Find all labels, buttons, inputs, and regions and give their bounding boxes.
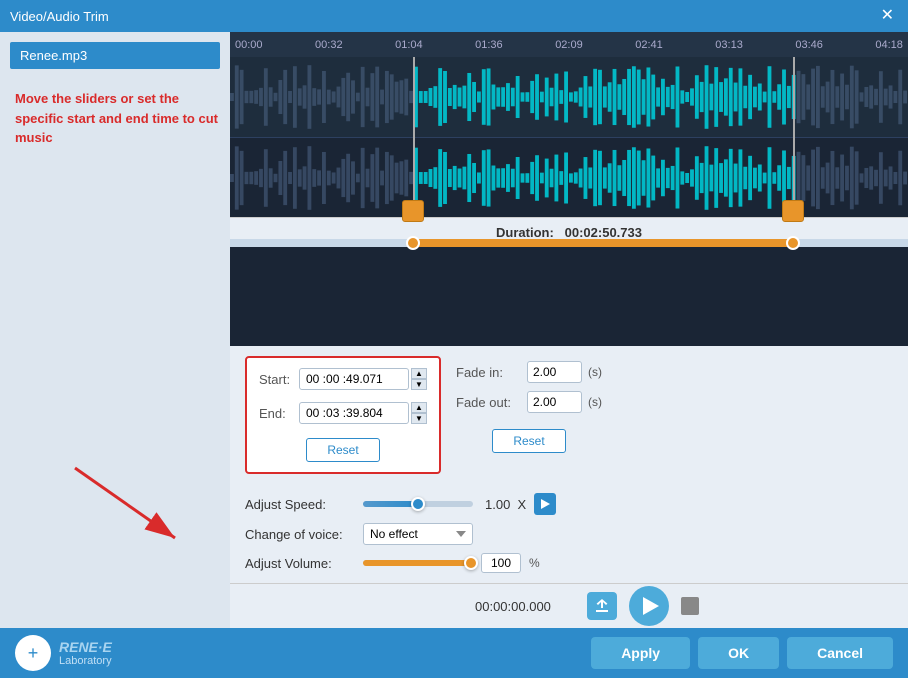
marker-5: 02:41: [635, 39, 663, 51]
speed-label: Adjust Speed:: [245, 497, 355, 512]
start-input[interactable]: [299, 368, 409, 390]
bottom-buttons: Apply OK Cancel: [591, 637, 893, 669]
stop-button[interactable]: [681, 597, 699, 615]
trim-handle-left-line: [413, 57, 415, 217]
fade-reset-button[interactable]: Reset: [492, 429, 565, 453]
ok-button[interactable]: OK: [698, 637, 779, 669]
bottom-bar: + RENE·E Laboratory Apply OK Cancel: [0, 628, 908, 678]
right-panel: 00:00 00:32 01:04 01:36 02:09 02:41 03:1…: [230, 32, 908, 628]
trim-handle-right-line: [793, 57, 795, 217]
voice-row: Change of voice: No effect Male Female C…: [245, 523, 556, 545]
logo-icon: +: [15, 635, 51, 671]
marker-7: 03:46: [795, 39, 823, 51]
export-icon: [594, 598, 610, 614]
time-reset-button[interactable]: Reset: [306, 438, 379, 462]
filename-label: Renee.mp3: [10, 42, 220, 69]
fade-out-input[interactable]: [527, 391, 582, 413]
main-layout: Renee.mp3 Move the sliders or set the sp…: [0, 32, 908, 628]
start-row: Start: ▲ ▼: [259, 368, 427, 390]
cancel-button[interactable]: Cancel: [787, 637, 893, 669]
timeline: 00:00 00:32 01:04 01:36 02:09 02:41 03:1…: [230, 32, 908, 57]
fade-out-unit: (s): [588, 395, 602, 409]
fade-controls: Fade in: (s) Fade out: (s) Reset: [456, 356, 602, 474]
waveform-canvas: /* generated via JS below */: [230, 57, 908, 217]
timeline-markers: 00:00 00:32 01:04 01:36 02:09 02:41 03:1…: [235, 39, 903, 51]
progress-track[interactable]: [230, 239, 908, 247]
marker-4: 02:09: [555, 39, 583, 51]
start-down[interactable]: ▼: [411, 379, 427, 390]
volume-thumb[interactable]: [464, 556, 478, 570]
end-spinners: ▲ ▼: [411, 402, 427, 424]
progress-thumb-left[interactable]: [406, 236, 420, 250]
progress-thumb-right[interactable]: [786, 236, 800, 250]
progress-fill: [413, 239, 793, 247]
fade-in-unit: (s): [588, 365, 602, 379]
volume-input[interactable]: [481, 553, 521, 573]
close-button[interactable]: ✕: [877, 8, 898, 24]
waveform-bottom: [230, 137, 908, 217]
volume-label: Adjust Volume:: [245, 556, 355, 571]
duration-label: Duration: 00:02:50.733: [496, 225, 642, 240]
right-controls: Adjust Speed: 1.00 X Change of voice:: [245, 489, 556, 573]
voice-select[interactable]: No effect Male Female Child: [363, 523, 473, 545]
apply-button[interactable]: Apply: [591, 637, 690, 669]
speed-slider[interactable]: [363, 501, 473, 507]
marker-2: 01:04: [395, 39, 423, 51]
voice-label: Change of voice:: [245, 527, 355, 542]
export-button[interactable]: [587, 592, 617, 620]
play-button[interactable]: [629, 586, 669, 626]
marker-1: 00:32: [315, 39, 343, 51]
speed-value: 1.00 X: [485, 497, 526, 512]
end-down[interactable]: ▼: [411, 413, 427, 424]
time-controls: Start: ▲ ▼ End: ▲ ▼ R: [245, 356, 441, 474]
trim-handle-right[interactable]: [782, 200, 804, 222]
fade-out-label: Fade out:: [456, 395, 521, 410]
playback-time: 00:00:00.000: [475, 599, 575, 614]
title-bar: Video/Audio Trim ✕: [0, 0, 908, 32]
start-label: Start:: [259, 372, 299, 387]
volume-slider[interactable]: [363, 560, 473, 566]
hint-text: Move the sliders or set the specific sta…: [15, 89, 220, 148]
end-row: End: ▲ ▼: [259, 402, 427, 424]
end-label: End:: [259, 406, 299, 421]
controls-section: Start: ▲ ▼ End: ▲ ▼ R: [230, 346, 908, 583]
speed-play-button[interactable]: [534, 493, 556, 515]
start-spinners: ▲ ▼: [411, 368, 427, 390]
start-up[interactable]: ▲: [411, 368, 427, 379]
speed-row: Adjust Speed: 1.00 X: [245, 493, 556, 515]
end-up[interactable]: ▲: [411, 402, 427, 413]
marker-0: 00:00: [235, 39, 263, 51]
fade-in-row: Fade in: (s): [456, 361, 602, 383]
fade-out-row: Fade out: (s): [456, 391, 602, 413]
playback-bar: 00:00:00.000: [230, 583, 908, 628]
marker-8: 04:18: [875, 39, 903, 51]
arrow-annotation: [15, 448, 215, 568]
logo-text-group: RENE·E Laboratory: [59, 639, 112, 667]
logo-sub: Laboratory: [59, 655, 112, 667]
logo-area: + RENE·E Laboratory: [15, 635, 112, 671]
speed-thumb[interactable]: [411, 497, 425, 511]
waveform-area: 00:00 00:32 01:04 01:36 02:09 02:41 03:1…: [230, 32, 908, 346]
speed-fill: [363, 501, 418, 507]
volume-fill: [363, 560, 473, 566]
waveform-top: /* generated via JS below */: [230, 57, 908, 137]
logo-name: RENE·E: [59, 639, 112, 655]
marker-3: 01:36: [475, 39, 503, 51]
trim-handle-left[interactable]: [402, 200, 424, 222]
window-title: Video/Audio Trim: [10, 9, 109, 24]
marker-6: 03:13: [715, 39, 743, 51]
end-input[interactable]: [299, 402, 409, 424]
percent-label: %: [529, 556, 540, 570]
fade-in-label: Fade in:: [456, 365, 521, 380]
sidebar: Renee.mp3 Move the sliders or set the sp…: [0, 32, 230, 628]
fade-in-input[interactable]: [527, 361, 582, 383]
duration-bar: Duration: 00:02:50.733: [230, 217, 908, 247]
volume-row: Adjust Volume: %: [245, 553, 556, 573]
